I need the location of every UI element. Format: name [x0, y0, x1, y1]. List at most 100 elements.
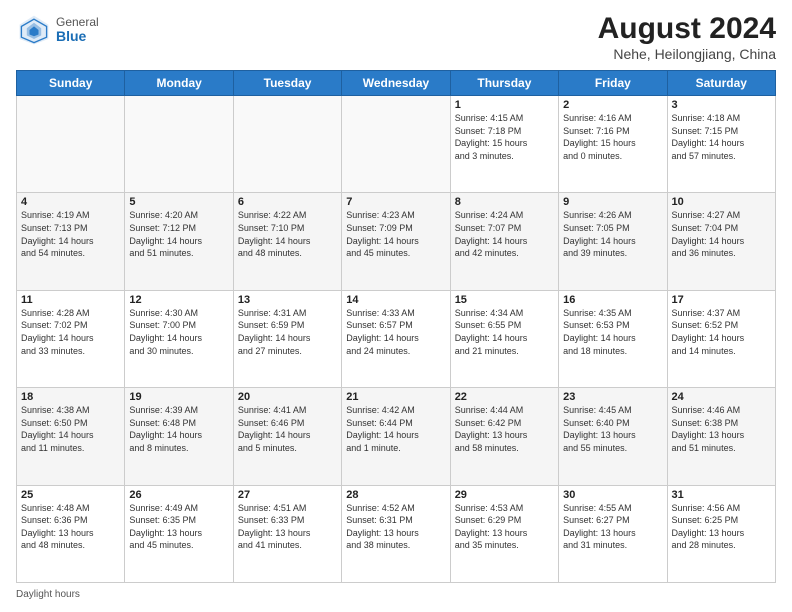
day-header: Thursday — [450, 71, 558, 96]
calendar-cell: 4Sunrise: 4:19 AM Sunset: 7:13 PM Daylig… — [17, 193, 125, 290]
day-header: Saturday — [667, 71, 775, 96]
day-info: Sunrise: 4:34 AM Sunset: 6:55 PM Dayligh… — [455, 307, 554, 357]
day-info: Sunrise: 4:28 AM Sunset: 7:02 PM Dayligh… — [21, 307, 120, 357]
day-number: 25 — [21, 489, 120, 501]
page: General Blue August 2024 Nehe, Heilongji… — [0, 0, 792, 612]
day-number: 21 — [346, 391, 445, 403]
calendar-cell: 15Sunrise: 4:34 AM Sunset: 6:55 PM Dayli… — [450, 290, 558, 387]
calendar-cell: 2Sunrise: 4:16 AM Sunset: 7:16 PM Daylig… — [559, 96, 667, 193]
day-number: 28 — [346, 489, 445, 501]
day-info: Sunrise: 4:26 AM Sunset: 7:05 PM Dayligh… — [563, 209, 662, 259]
calendar-week-row: 1Sunrise: 4:15 AM Sunset: 7:18 PM Daylig… — [17, 96, 776, 193]
day-header: Monday — [125, 71, 233, 96]
calendar-week-row: 4Sunrise: 4:19 AM Sunset: 7:13 PM Daylig… — [17, 193, 776, 290]
calendar-header-row: SundayMondayTuesdayWednesdayThursdayFrid… — [17, 71, 776, 96]
day-number: 12 — [129, 294, 228, 306]
day-info: Sunrise: 4:22 AM Sunset: 7:10 PM Dayligh… — [238, 209, 337, 259]
calendar-cell: 30Sunrise: 4:55 AM Sunset: 6:27 PM Dayli… — [559, 485, 667, 582]
day-number: 9 — [563, 196, 662, 208]
day-number: 2 — [563, 99, 662, 111]
day-number: 26 — [129, 489, 228, 501]
day-number: 3 — [672, 99, 771, 111]
calendar-cell — [125, 96, 233, 193]
calendar-cell: 19Sunrise: 4:39 AM Sunset: 6:48 PM Dayli… — [125, 388, 233, 485]
day-header: Tuesday — [233, 71, 341, 96]
day-info: Sunrise: 4:56 AM Sunset: 6:25 PM Dayligh… — [672, 502, 771, 552]
calendar-cell: 8Sunrise: 4:24 AM Sunset: 7:07 PM Daylig… — [450, 193, 558, 290]
day-info: Sunrise: 4:15 AM Sunset: 7:18 PM Dayligh… — [455, 112, 554, 162]
calendar-table: SundayMondayTuesdayWednesdayThursdayFrid… — [16, 70, 776, 583]
calendar-cell: 5Sunrise: 4:20 AM Sunset: 7:12 PM Daylig… — [125, 193, 233, 290]
day-info: Sunrise: 4:27 AM Sunset: 7:04 PM Dayligh… — [672, 209, 771, 259]
day-number: 24 — [672, 391, 771, 403]
calendar-cell: 1Sunrise: 4:15 AM Sunset: 7:18 PM Daylig… — [450, 96, 558, 193]
calendar-cell: 7Sunrise: 4:23 AM Sunset: 7:09 PM Daylig… — [342, 193, 450, 290]
calendar-cell — [233, 96, 341, 193]
day-info: Sunrise: 4:42 AM Sunset: 6:44 PM Dayligh… — [346, 404, 445, 454]
day-number: 29 — [455, 489, 554, 501]
header: General Blue August 2024 Nehe, Heilongji… — [16, 12, 776, 62]
day-info: Sunrise: 4:46 AM Sunset: 6:38 PM Dayligh… — [672, 404, 771, 454]
day-number: 20 — [238, 391, 337, 403]
day-info: Sunrise: 4:39 AM Sunset: 6:48 PM Dayligh… — [129, 404, 228, 454]
day-number: 5 — [129, 196, 228, 208]
day-number: 23 — [563, 391, 662, 403]
calendar-cell: 21Sunrise: 4:42 AM Sunset: 6:44 PM Dayli… — [342, 388, 450, 485]
day-info: Sunrise: 4:48 AM Sunset: 6:36 PM Dayligh… — [21, 502, 120, 552]
calendar-week-row: 11Sunrise: 4:28 AM Sunset: 7:02 PM Dayli… — [17, 290, 776, 387]
day-info: Sunrise: 4:18 AM Sunset: 7:15 PM Dayligh… — [672, 112, 771, 162]
day-number: 16 — [563, 294, 662, 306]
day-number: 27 — [238, 489, 337, 501]
day-info: Sunrise: 4:55 AM Sunset: 6:27 PM Dayligh… — [563, 502, 662, 552]
day-number: 14 — [346, 294, 445, 306]
day-info: Sunrise: 4:20 AM Sunset: 7:12 PM Dayligh… — [129, 209, 228, 259]
footer: Daylight hours — [16, 589, 776, 600]
calendar-cell: 27Sunrise: 4:51 AM Sunset: 6:33 PM Dayli… — [233, 485, 341, 582]
day-number: 11 — [21, 294, 120, 306]
day-number: 1 — [455, 99, 554, 111]
calendar-cell: 9Sunrise: 4:26 AM Sunset: 7:05 PM Daylig… — [559, 193, 667, 290]
day-number: 4 — [21, 196, 120, 208]
day-info: Sunrise: 4:52 AM Sunset: 6:31 PM Dayligh… — [346, 502, 445, 552]
logo-general: General — [56, 16, 99, 29]
title-block: August 2024 Nehe, Heilongjiang, China — [598, 12, 776, 62]
calendar-cell: 13Sunrise: 4:31 AM Sunset: 6:59 PM Dayli… — [233, 290, 341, 387]
logo-icon — [16, 12, 52, 48]
day-header: Wednesday — [342, 71, 450, 96]
day-info: Sunrise: 4:53 AM Sunset: 6:29 PM Dayligh… — [455, 502, 554, 552]
calendar-cell: 25Sunrise: 4:48 AM Sunset: 6:36 PM Dayli… — [17, 485, 125, 582]
day-number: 15 — [455, 294, 554, 306]
day-number: 19 — [129, 391, 228, 403]
calendar-week-row: 18Sunrise: 4:38 AM Sunset: 6:50 PM Dayli… — [17, 388, 776, 485]
calendar-cell: 11Sunrise: 4:28 AM Sunset: 7:02 PM Dayli… — [17, 290, 125, 387]
day-info: Sunrise: 4:41 AM Sunset: 6:46 PM Dayligh… — [238, 404, 337, 454]
day-info: Sunrise: 4:23 AM Sunset: 7:09 PM Dayligh… — [346, 209, 445, 259]
calendar-cell: 16Sunrise: 4:35 AM Sunset: 6:53 PM Dayli… — [559, 290, 667, 387]
day-info: Sunrise: 4:44 AM Sunset: 6:42 PM Dayligh… — [455, 404, 554, 454]
day-number: 31 — [672, 489, 771, 501]
calendar-week-row: 25Sunrise: 4:48 AM Sunset: 6:36 PM Dayli… — [17, 485, 776, 582]
day-number: 18 — [21, 391, 120, 403]
calendar-cell: 6Sunrise: 4:22 AM Sunset: 7:10 PM Daylig… — [233, 193, 341, 290]
day-number: 22 — [455, 391, 554, 403]
day-info: Sunrise: 4:31 AM Sunset: 6:59 PM Dayligh… — [238, 307, 337, 357]
calendar-cell: 24Sunrise: 4:46 AM Sunset: 6:38 PM Dayli… — [667, 388, 775, 485]
day-header: Friday — [559, 71, 667, 96]
calendar-subtitle: Nehe, Heilongjiang, China — [598, 46, 776, 62]
calendar-cell: 29Sunrise: 4:53 AM Sunset: 6:29 PM Dayli… — [450, 485, 558, 582]
calendar-cell — [342, 96, 450, 193]
day-info: Sunrise: 4:45 AM Sunset: 6:40 PM Dayligh… — [563, 404, 662, 454]
calendar-cell: 28Sunrise: 4:52 AM Sunset: 6:31 PM Dayli… — [342, 485, 450, 582]
calendar-cell: 10Sunrise: 4:27 AM Sunset: 7:04 PM Dayli… — [667, 193, 775, 290]
calendar-cell: 14Sunrise: 4:33 AM Sunset: 6:57 PM Dayli… — [342, 290, 450, 387]
day-info: Sunrise: 4:24 AM Sunset: 7:07 PM Dayligh… — [455, 209, 554, 259]
logo-blue: Blue — [56, 29, 99, 44]
day-info: Sunrise: 4:37 AM Sunset: 6:52 PM Dayligh… — [672, 307, 771, 357]
footer-text: Daylight hours — [16, 589, 80, 600]
day-info: Sunrise: 4:38 AM Sunset: 6:50 PM Dayligh… — [21, 404, 120, 454]
calendar-cell: 3Sunrise: 4:18 AM Sunset: 7:15 PM Daylig… — [667, 96, 775, 193]
day-info: Sunrise: 4:19 AM Sunset: 7:13 PM Dayligh… — [21, 209, 120, 259]
calendar-cell: 20Sunrise: 4:41 AM Sunset: 6:46 PM Dayli… — [233, 388, 341, 485]
calendar-cell: 22Sunrise: 4:44 AM Sunset: 6:42 PM Dayli… — [450, 388, 558, 485]
day-number: 7 — [346, 196, 445, 208]
